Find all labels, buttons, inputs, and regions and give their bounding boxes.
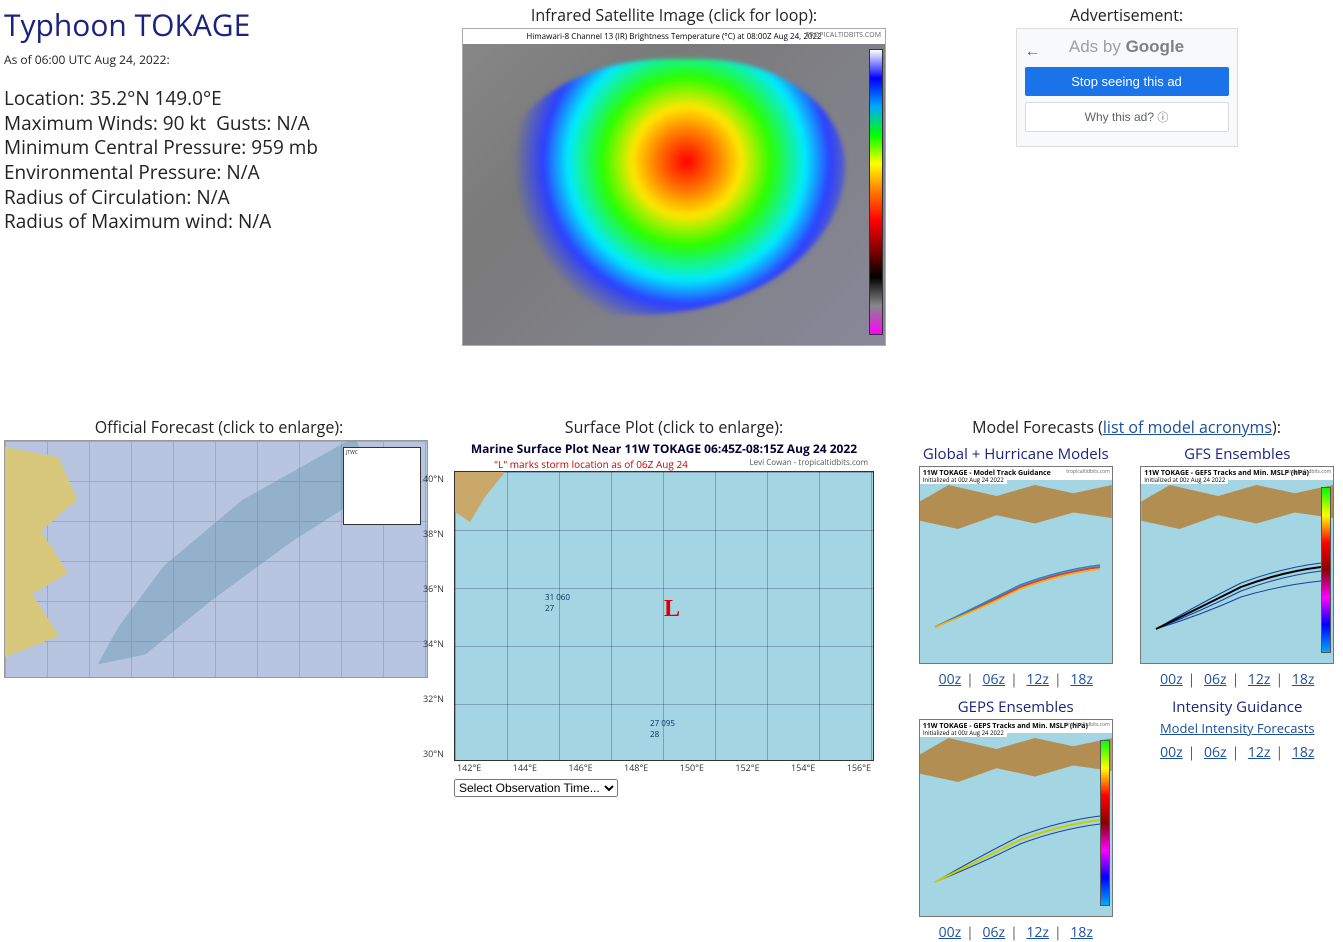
- run-link[interactable]: 06z: [1204, 670, 1227, 689]
- surface-obs: 31 06027: [545, 592, 570, 614]
- thumb-colorbar: [1321, 487, 1331, 653]
- run-link[interactable]: 12z: [1248, 743, 1271, 762]
- thumb-credit: tropicaltidbits.com: [1286, 467, 1334, 477]
- info-icon: ⓘ: [1157, 112, 1168, 124]
- gusts-value: N/A: [276, 110, 309, 136]
- thumb-sub: Initialized at 00z Aug 24 2022: [1141, 476, 1228, 484]
- model-gfs-runs: 00z| 06z| 12z| 18z: [1136, 670, 1340, 689]
- model-gfs: GFS Ensembles 11W TOKAGE - GEFS Tracks a…: [1136, 444, 1340, 689]
- maxwind-label: Maximum Winds:: [4, 110, 158, 136]
- satellite-image[interactable]: Himawari-8 Channel 13 (IR) Brightness Te…: [462, 28, 886, 346]
- roci-label: Radius of Circulation:: [4, 184, 191, 210]
- rmw-label: Radius of Maximum wind:: [4, 208, 233, 234]
- ads-by-label: Ads by Google: [1025, 37, 1229, 57]
- run-link[interactable]: 12z: [1026, 670, 1049, 689]
- maxwind-value: 90 kt: [163, 110, 206, 136]
- surface-credit: Levi Cowan - tropicaltidbits.com: [749, 457, 874, 471]
- model-geps-runs: 00z| 06z| 12z| 18z: [914, 923, 1118, 942]
- thumb-track: [930, 810, 1100, 890]
- envpress-value: N/A: [226, 159, 259, 185]
- location-label: Location:: [4, 85, 85, 111]
- location-value: 35.2°N 149.0°E: [90, 85, 222, 111]
- forecast-section: Official Forecast (click to enlarge): JT…: [4, 416, 434, 942]
- model-intensity: Intensity Guidance Model Intensity Forec…: [1136, 697, 1340, 942]
- rmw-value: N/A: [238, 208, 271, 234]
- thumb-credit: tropicaltidbits.com: [1064, 720, 1112, 730]
- models-section: Model Forecasts (list of model acronyms)…: [914, 416, 1339, 942]
- as-of-time: As of 06:00 UTC Aug 24, 2022:: [4, 51, 434, 68]
- model-geps-thumb[interactable]: 11W TOKAGE - GEPS Tracks and Min. MSLP (…: [919, 719, 1113, 917]
- surface-section: Surface Plot (click to enlarge): Marine …: [454, 416, 894, 942]
- surface-heading: Surface Plot (click to enlarge):: [454, 416, 894, 438]
- thumb-credit: tropicaltidbits.com: [1064, 467, 1112, 477]
- pressure-value: 959 mb: [251, 134, 318, 160]
- pressure-label: Minimum Central Pressure:: [4, 134, 246, 160]
- thumb-sub: Initialized at 00z Aug 24 2022: [920, 476, 1007, 484]
- model-global-title: Global + Hurricane Models: [914, 444, 1118, 464]
- advertisement-section: Advertisement: ← Ads by Google Stop seei…: [914, 4, 1339, 346]
- run-link[interactable]: 00z: [1160, 743, 1183, 762]
- run-link[interactable]: 00z: [1160, 670, 1183, 689]
- storm-title: Typhoon TOKAGE: [4, 4, 434, 45]
- model-global-runs: 00z| 06z| 12z| 18z: [914, 670, 1118, 689]
- run-link[interactable]: 18z: [1070, 923, 1093, 942]
- thumb-colorbar: [1100, 740, 1110, 906]
- ad-box: ← Ads by Google Stop seeing this ad Why …: [1016, 28, 1238, 147]
- storm-L-marker: L: [664, 596, 680, 623]
- satellite-source: TROPICALTIDBITS.COM: [802, 29, 885, 42]
- surface-map[interactable]: L 31 06027 27 09528 40°N38°N36°N34°N32°N…: [454, 471, 874, 761]
- surface-obs: 27 09528: [650, 718, 675, 740]
- surface-y-axis: 40°N38°N36°N34°N32°N30°N: [423, 472, 444, 760]
- model-global: Global + Hurricane Models 11W TOKAGE - M…: [914, 444, 1118, 689]
- thumb-track: [930, 557, 1100, 637]
- run-link[interactable]: 12z: [1248, 670, 1271, 689]
- ad-back-icon[interactable]: ←: [1025, 39, 1041, 61]
- observation-time-select[interactable]: Select Observation Time...: [454, 779, 618, 797]
- thumb-landmass: [920, 738, 1112, 793]
- model-gfs-thumb[interactable]: 11W TOKAGE - GEFS Tracks and Min. MSLP (…: [1140, 466, 1334, 664]
- acronyms-link[interactable]: list of model acronyms: [1103, 416, 1272, 438]
- model-global-thumb[interactable]: 11W TOKAGE - Model Track Guidance Initia…: [919, 466, 1113, 664]
- satellite-section: Infrared Satellite Image (click for loop…: [454, 4, 894, 346]
- models-heading: Model Forecasts (list of model acronyms)…: [914, 416, 1339, 438]
- why-ad-button[interactable]: Why this ad? ⓘ: [1025, 102, 1229, 132]
- thumb-landmass: [1141, 485, 1333, 540]
- storm-stats: Location: 35.2°N 149.0°E Maximum Winds: …: [4, 86, 434, 234]
- gusts-label: Gusts:: [216, 110, 271, 136]
- stop-ad-button[interactable]: Stop seeing this ad: [1025, 67, 1229, 96]
- satellite-heading: Infrared Satellite Image (click for loop…: [454, 4, 894, 26]
- run-link[interactable]: 12z: [1026, 923, 1049, 942]
- satellite-colorbar: [869, 49, 883, 335]
- surface-x-axis: 142°E144°E146°E148°E150°E152°E154°E156°E: [455, 761, 873, 774]
- intensity-forecasts-link[interactable]: Model Intensity Forecasts: [1160, 719, 1315, 737]
- surface-subtitle: "L" marks storm location as of 06Z Aug 2…: [454, 457, 688, 471]
- model-gfs-title: GFS Ensembles: [1136, 444, 1340, 464]
- thumb-sub: Initialized at 00z Aug 24 2022: [920, 729, 1007, 737]
- thumb-landmass: [920, 485, 1112, 540]
- run-link[interactable]: 18z: [1070, 670, 1093, 689]
- run-link[interactable]: 06z: [1204, 743, 1227, 762]
- run-link[interactable]: 06z: [983, 670, 1006, 689]
- run-link[interactable]: 18z: [1292, 743, 1315, 762]
- surface-title: Marine Surface Plot Near 11W TOKAGE 06:4…: [454, 440, 874, 457]
- ad-heading: Advertisement:: [914, 4, 1339, 26]
- run-link[interactable]: 18z: [1292, 670, 1315, 689]
- forecast-map[interactable]: JTWC: [4, 440, 428, 678]
- model-intensity-title: Intensity Guidance: [1136, 697, 1340, 717]
- model-geps: GEPS Ensembles 11W TOKAGE - GEPS Tracks …: [914, 697, 1118, 942]
- run-link[interactable]: 00z: [939, 923, 962, 942]
- roci-value: N/A: [196, 184, 229, 210]
- model-intensity-runs: 00z| 06z| 12z| 18z: [1136, 743, 1340, 762]
- run-link[interactable]: 06z: [983, 923, 1006, 942]
- run-link[interactable]: 00z: [939, 670, 962, 689]
- storm-info: Typhoon TOKAGE As of 06:00 UTC Aug 24, 2…: [4, 4, 434, 346]
- forecast-legend: JTWC: [343, 447, 421, 525]
- model-geps-title: GEPS Ensembles: [914, 697, 1118, 717]
- forecast-heading: Official Forecast (click to enlarge):: [4, 416, 434, 438]
- thumb-track: [1151, 557, 1321, 637]
- envpress-label: Environmental Pressure:: [4, 159, 221, 185]
